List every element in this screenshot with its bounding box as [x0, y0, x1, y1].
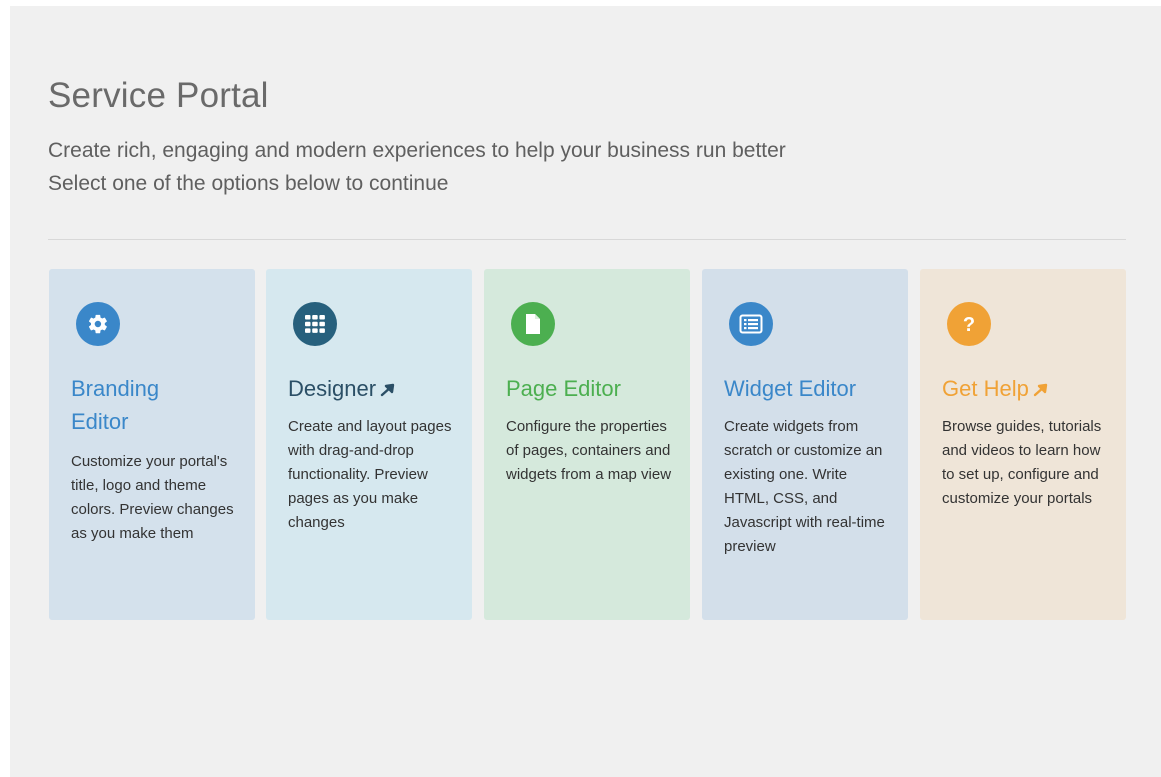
widget-list-icon — [739, 314, 763, 334]
widget-editor-title[interactable]: Widget Editor — [724, 372, 894, 405]
branding-editor-title[interactable]: Branding Editor — [71, 372, 241, 438]
branding-icon-badge — [76, 302, 120, 346]
get-help-title[interactable]: Get Help — [942, 372, 1112, 405]
get-help-title-label: Get Help — [942, 376, 1029, 401]
branding-title-line1: Branding — [71, 376, 160, 401]
page-instructions: Select one of the options below to conti… — [48, 172, 449, 195]
page-title: Service Portal — [48, 76, 269, 115]
designer-title-label: Designer — [288, 376, 377, 401]
designer-description: Create and layout pages with drag-and-dr… — [288, 418, 452, 531]
get-help-icon-badge: ? — [947, 302, 991, 346]
svg-text:?: ? — [963, 314, 975, 335]
document-icon — [526, 314, 540, 334]
external-link-arrow-icon — [380, 383, 395, 397]
gear-icon — [88, 314, 107, 334]
page-editor-icon-badge — [511, 302, 555, 346]
question-icon: ? — [963, 314, 975, 335]
branding-editor-description: Customize your portal's title, logo and … — [71, 453, 234, 542]
page-subtitle: Create rich, engaging and modern experie… — [48, 139, 786, 162]
page-editor-description: Configure the properties of pages, conta… — [506, 418, 672, 483]
widget-editor-icon-badge — [729, 302, 773, 346]
branding-editor-card[interactable]: Branding Editor Customize your portal's … — [49, 269, 255, 620]
designer-icon-badge — [293, 302, 337, 346]
external-link-arrow-icon — [1033, 383, 1048, 397]
designer-card[interactable]: Designer Create and layout pages with dr… — [266, 269, 472, 620]
designer-title[interactable]: Designer — [288, 372, 458, 405]
page-editor-title[interactable]: Page Editor — [506, 372, 676, 405]
widget-editor-description: Create widgets from scratch or customize… — [724, 418, 885, 555]
page-editor-card[interactable]: Page Editor Configure the properties of … — [484, 269, 690, 620]
header-divider — [48, 239, 1126, 240]
branding-title-line2: Editor — [71, 409, 129, 434]
widget-editor-card[interactable]: Widget Editor Create widgets from scratc… — [702, 269, 908, 620]
page-background: Service Portal Create rich, engaging and… — [10, 6, 1161, 777]
grid-icon — [305, 315, 325, 333]
get-help-card[interactable]: ? Get Help Browse guides, tutorials and … — [920, 269, 1126, 620]
get-help-description: Browse guides, tutorials and videos to l… — [942, 418, 1102, 507]
